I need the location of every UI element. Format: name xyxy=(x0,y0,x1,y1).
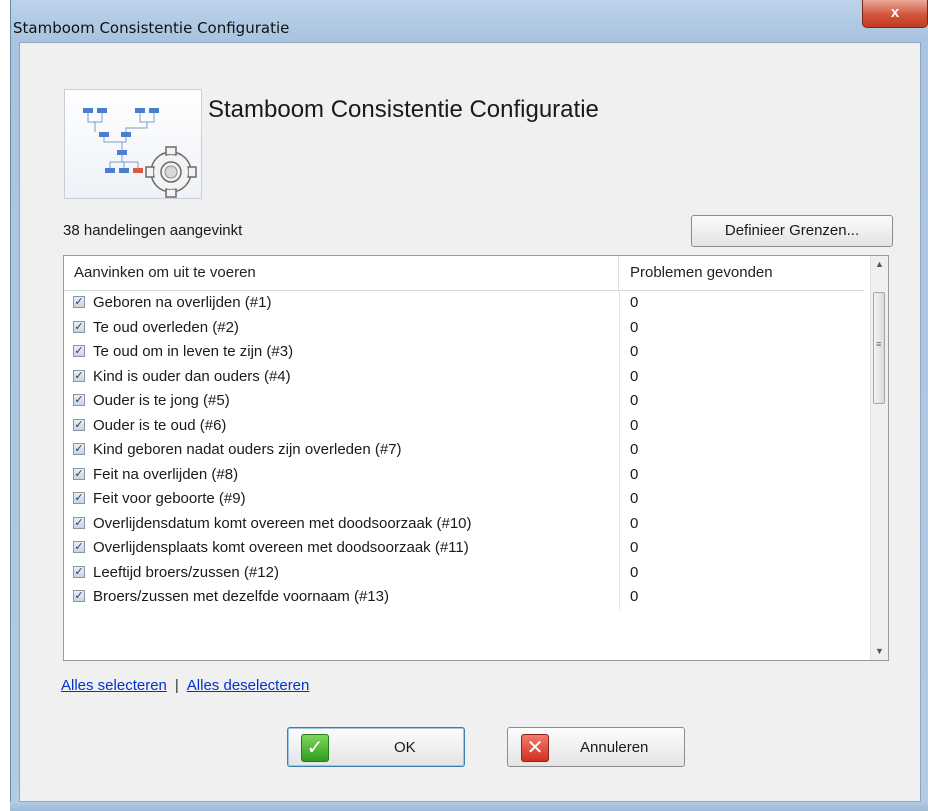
scrollbar-thumb[interactable]: ≡ xyxy=(873,292,885,404)
vertical-scrollbar[interactable]: ▲ ≡ ▼ xyxy=(870,256,888,660)
selection-links: Alles selecteren | Alles deselecteren xyxy=(61,677,309,694)
row-label: Te oud overleden (#2) xyxy=(93,318,239,336)
column-separator xyxy=(619,389,620,414)
deselect-all-link[interactable]: Alles deselecteren xyxy=(187,677,310,694)
table-row[interactable]: ✓ Kind is ouder dan ouders (#4) 0 xyxy=(64,364,864,389)
row-checkbox[interactable]: ✓ xyxy=(73,516,85,529)
checked-count-label: 38 handelingen aangevinkt xyxy=(63,222,243,239)
row-checkbox[interactable]: ✓ xyxy=(73,565,85,578)
row-label: Leeftijd broers/zussen (#12) xyxy=(93,563,279,581)
close-button[interactable]: x xyxy=(862,0,928,28)
dialog-window: Stamboom Consistentie Configuratie x Sta… xyxy=(10,0,928,811)
row-checkbox[interactable]: ✓ xyxy=(73,590,85,602)
row-problems-count: 0 xyxy=(630,588,639,605)
table-header: Aanvinken om uit te voeren Problemen gev… xyxy=(64,256,864,291)
column-separator xyxy=(619,487,620,512)
row-checkbox[interactable]: ✓ xyxy=(73,369,85,382)
table-row[interactable]: ✓ Overlijdensplaats komt overeen met dood… xyxy=(64,536,864,561)
row-problems-count: 0 xyxy=(630,539,639,556)
column-header-action[interactable]: Aanvinken om uit te voeren xyxy=(64,256,619,290)
cancel-button[interactable]: ✕ Annuleren xyxy=(507,727,685,767)
checks-table[interactable]: Aanvinken om uit te voeren Problemen gev… xyxy=(63,255,889,661)
checkmark-icon: ✓ xyxy=(301,734,329,762)
row-label: Feit na overlijden (#8) xyxy=(93,465,239,483)
row-checkbox[interactable]: ✓ xyxy=(73,541,85,553)
table-row[interactable]: ✓ Te oud overleden (#2) 0 xyxy=(64,315,864,340)
table-row[interactable]: ✓ Ouder is te oud (#6) 0 xyxy=(64,413,864,438)
table-row[interactable]: ✓ Ouder is te jong (#5) 0 xyxy=(64,389,864,414)
row-checkbox[interactable]: ✓ xyxy=(73,345,85,357)
title-bar[interactable]: Stamboom Consistentie Configuratie x xyxy=(11,0,928,42)
table-row[interactable]: ✓ Feit na overlijden (#8) 0 xyxy=(64,462,864,487)
table-rows: ✓ Geboren na overlijden (#1) 0 ✓ Te oud over… xyxy=(64,291,864,610)
cross-icon: ✕ xyxy=(521,734,549,762)
row-label: Ouder is te oud (#6) xyxy=(93,416,227,434)
row-label: Broers/zussen met dezelfde voornaam (#13… xyxy=(93,588,389,605)
row-problems-count: 0 xyxy=(630,367,639,385)
row-problems-count: 0 xyxy=(630,514,639,532)
dialog-heading: Stamboom Consistentie Configuratie xyxy=(208,96,599,123)
row-problems-count: 0 xyxy=(630,416,639,434)
row-label: Feit voor geboorte (#9) xyxy=(93,490,246,507)
window-bottom-border xyxy=(10,802,928,811)
family-tree-gear-icon xyxy=(64,89,202,199)
table-row[interactable]: ✓ Leeftijd broers/zussen (#12) 0 xyxy=(64,560,864,585)
table-row[interactable]: ✓ Broers/zussen met dezelfde voornaam (#1… xyxy=(64,585,864,610)
grip-icon: ≡ xyxy=(876,339,882,349)
row-label: Geboren na overlijden (#1) xyxy=(93,294,272,311)
close-icon: x xyxy=(890,4,900,21)
table-row[interactable]: ✓ Te oud om in leven te zijn (#3) 0 xyxy=(64,340,864,365)
column-separator xyxy=(619,438,620,463)
row-problems-count: 0 xyxy=(630,343,639,360)
row-problems-count: 0 xyxy=(630,465,639,483)
row-label: Overlijdensdatum komt overeen met doodso… xyxy=(93,514,472,532)
table-row[interactable]: ✓ Kind geboren nadat ouders zijn overlede… xyxy=(64,438,864,463)
row-problems-count: 0 xyxy=(630,441,639,458)
define-limits-button[interactable]: Definieer Grenzen... xyxy=(691,215,893,247)
row-checkbox[interactable]: ✓ xyxy=(73,467,85,480)
window-title: Stamboom Consistentie Configuratie xyxy=(13,19,290,37)
row-checkbox[interactable]: ✓ xyxy=(73,394,85,406)
column-separator xyxy=(619,413,620,438)
column-separator xyxy=(619,364,620,389)
row-problems-count: 0 xyxy=(630,490,639,507)
column-header-problems[interactable]: Problemen gevonden xyxy=(620,256,864,290)
link-separator: | xyxy=(174,677,179,694)
row-label: Te oud om in leven te zijn (#3) xyxy=(93,343,294,360)
row-label: Kind is ouder dan ouders (#4) xyxy=(93,367,291,385)
table-row[interactable]: ✓ Overlijdensdatum komt overeen met doods… xyxy=(64,511,864,536)
scroll-up-icon[interactable]: ▲ xyxy=(871,256,888,273)
row-checkbox[interactable]: ✓ xyxy=(73,418,85,431)
ok-button[interactable]: ✓ OK xyxy=(287,727,465,767)
row-label: Ouder is te jong (#5) xyxy=(93,392,230,409)
column-separator xyxy=(619,291,620,316)
column-separator xyxy=(619,511,620,536)
cancel-button-label: Annuleren xyxy=(580,739,649,756)
column-separator xyxy=(619,340,620,365)
column-separator xyxy=(619,462,620,487)
table-row[interactable]: ✓ Feit voor geboorte (#9) 0 xyxy=(64,487,864,512)
column-separator xyxy=(619,315,620,340)
row-problems-count: 0 xyxy=(630,563,639,581)
row-problems-count: 0 xyxy=(630,294,639,311)
ok-button-label: OK xyxy=(394,739,416,756)
column-separator xyxy=(619,536,620,561)
table-row[interactable]: ✓ Geboren na overlijden (#1) 0 xyxy=(64,291,864,316)
row-problems-count: 0 xyxy=(630,318,639,336)
column-separator xyxy=(619,560,620,585)
row-checkbox[interactable]: ✓ xyxy=(73,443,85,455)
row-problems-count: 0 xyxy=(630,392,639,409)
row-label: Overlijdensplaats komt overeen met doods… xyxy=(93,539,469,556)
scroll-down-icon[interactable]: ▼ xyxy=(871,643,888,660)
row-checkbox[interactable]: ✓ xyxy=(73,296,85,308)
select-all-link[interactable]: Alles selecteren xyxy=(61,677,167,694)
column-separator xyxy=(619,585,620,610)
row-checkbox[interactable]: ✓ xyxy=(73,492,85,504)
row-checkbox[interactable]: ✓ xyxy=(73,320,85,333)
row-label: Kind geboren nadat ouders zijn overleden… xyxy=(93,441,402,458)
dialog-content: Stamboom Consistentie Configuratie 38 ha… xyxy=(19,42,921,802)
